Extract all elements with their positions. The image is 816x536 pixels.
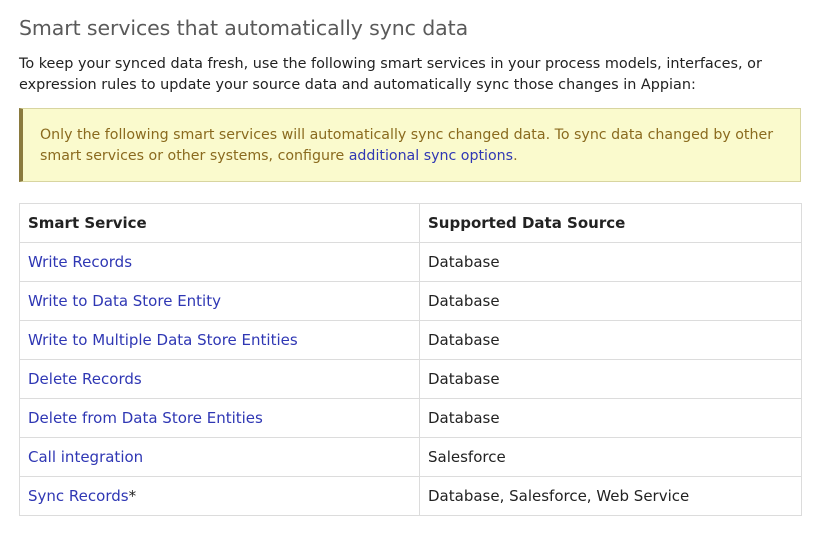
data-source-cell: Database	[419, 281, 802, 321]
smart-service-link[interactable]: Call integration	[28, 448, 143, 466]
section-heading: Smart services that automatically sync d…	[19, 16, 469, 40]
footnote-marker: *	[128, 487, 137, 505]
smart-service-link[interactable]: Write Records	[28, 253, 132, 271]
data-source-cell: Database	[419, 242, 802, 282]
table-row: Delete Records Database	[19, 359, 802, 399]
smart-service-link[interactable]: Delete Records	[28, 370, 142, 388]
smart-service-cell: Call integration	[19, 437, 420, 477]
additional-sync-options-link[interactable]: additional sync options	[349, 148, 513, 164]
smart-service-cell: Write to Data Store Entity	[19, 281, 420, 321]
data-source-cell: Database	[419, 359, 802, 399]
table-row: Sync Records* Database, Salesforce, Web S…	[19, 476, 802, 516]
column-header-smart-service: Smart Service	[19, 203, 420, 243]
table-row: Write Records Database	[19, 242, 802, 282]
smart-service-cell: Write Records	[19, 242, 420, 282]
smart-service-cell: Delete Records	[19, 359, 420, 399]
notice-box: Only the following smart services will a…	[19, 108, 801, 182]
smart-service-cell: Sync Records*	[19, 476, 420, 516]
smart-services-table: Smart Service Supported Data Source Writ…	[19, 203, 802, 516]
table-row: Delete from Data Store Entities Database	[19, 398, 802, 438]
data-source-cell: Database	[419, 320, 802, 360]
data-source-cell: Database	[419, 398, 802, 438]
page: Smart services that automatically sync d…	[0, 0, 816, 516]
smart-service-cell: Write to Multiple Data Store Entities	[19, 320, 420, 360]
smart-service-link[interactable]: Delete from Data Store Entities	[28, 409, 263, 427]
table-row: Write to Data Store Entity Database	[19, 281, 802, 321]
smart-service-link[interactable]: Sync Records	[28, 487, 129, 505]
smart-service-link[interactable]: Write to Data Store Entity	[28, 292, 221, 310]
table-header-row: Smart Service Supported Data Source	[19, 203, 802, 243]
intro-paragraph: To keep your synced data fresh, use the …	[19, 56, 762, 93]
table-body: Write Records Database Write to Data Store…	[19, 242, 802, 516]
table-row: Write to Multiple Data Store Entities Dat…	[19, 320, 802, 360]
data-source-cell: Database, Salesforce, Web Service	[419, 476, 802, 516]
smart-service-cell: Delete from Data Store Entities	[19, 398, 420, 438]
data-source-cell: Salesforce	[419, 437, 802, 477]
table-row: Call integration Salesforce	[19, 437, 802, 477]
smart-service-link[interactable]: Write to Multiple Data Store Entities	[28, 331, 298, 349]
column-header-data-source: Supported Data Source	[419, 203, 802, 243]
notice-text-end: .	[513, 147, 518, 164]
